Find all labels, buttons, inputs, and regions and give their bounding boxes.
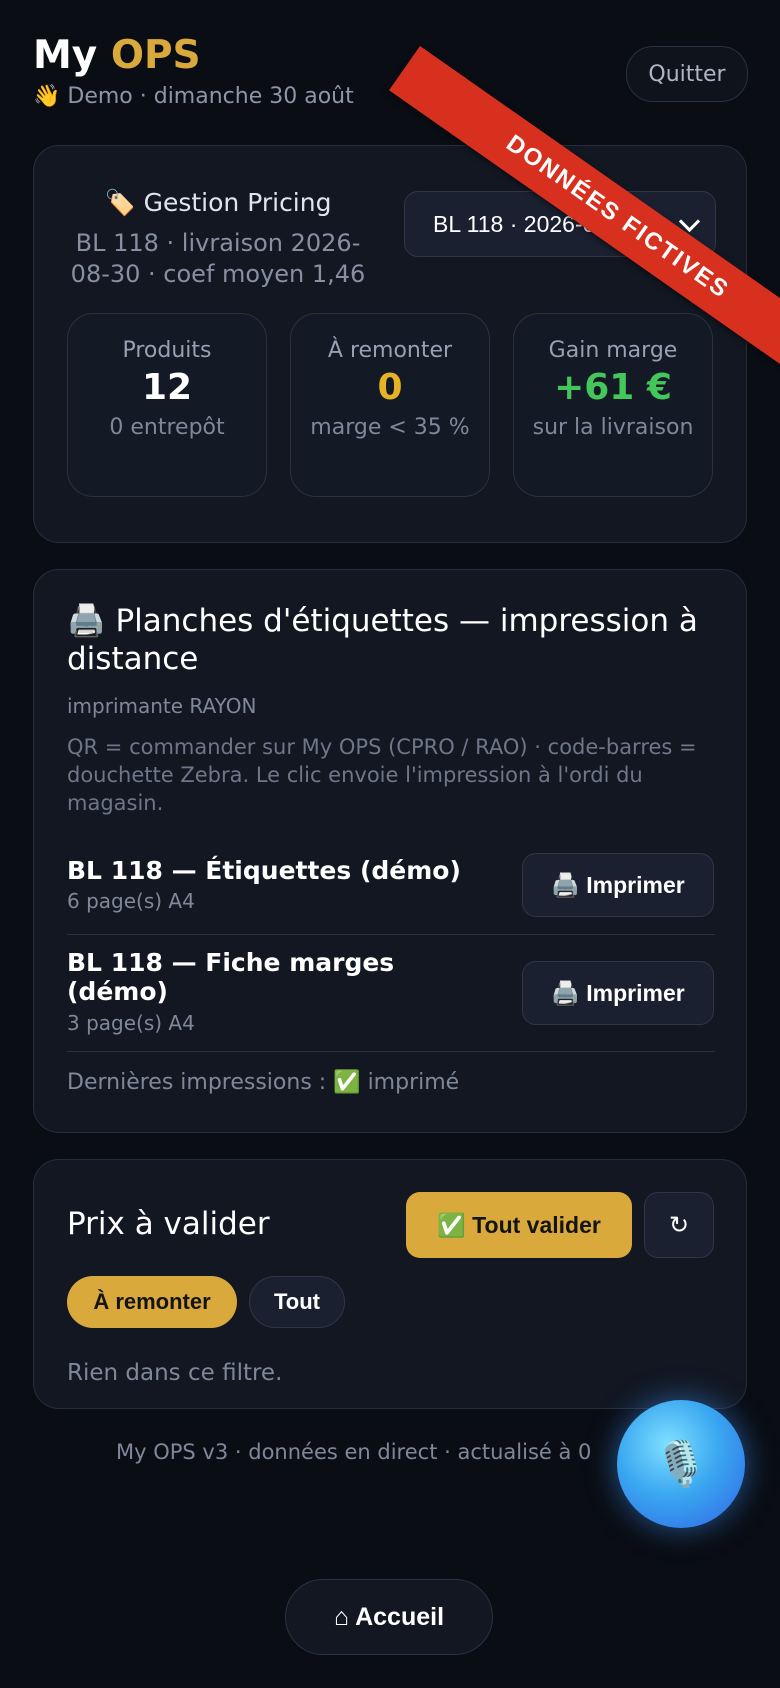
filter-chip-to-raise[interactable]: À remonter <box>67 1276 237 1328</box>
stat-to-raise[interactable]: À remonter 0 marge < 35 % <box>290 313 490 497</box>
stat-label: Produits <box>122 338 212 363</box>
pricing-header: 🏷️ Gestion Pricing BL 118 · livraison 20… <box>68 188 368 290</box>
stat-margin-gain: Gain marge +61 € sur la livraison <box>513 313 713 497</box>
stat-value: 12 <box>141 367 193 408</box>
label-sheets-card: 🖨️ Planches d'étiquettes — impression à … <box>33 569 747 1133</box>
price-validation-title: Prix à valider <box>67 1206 270 1242</box>
voice-assistant-button[interactable]: 🎙️ <box>617 1400 745 1528</box>
stat-label: Gain marge <box>548 338 678 363</box>
quit-button[interactable]: Quitter <box>626 46 748 102</box>
stat-sub: marge < 35 % <box>310 415 470 440</box>
print-job-pages: 3 page(s) A4 <box>67 1011 195 1035</box>
filter-chip-all[interactable]: Tout <box>249 1276 345 1328</box>
app-title: My OPS <box>33 34 354 78</box>
stat-label: À remonter <box>327 338 453 363</box>
header: My OPS 👋 Demo · dimanche 30 août <box>33 34 354 110</box>
empty-filter-message: Rien dans ce filtre. <box>67 1360 283 1386</box>
print-job-title: BL 118 — Étiquettes (démo) <box>67 856 461 885</box>
refresh-icon: ↻ <box>668 1211 690 1239</box>
divider <box>67 934 715 935</box>
stat-value: 0 <box>377 367 403 408</box>
print-job-title: BL 118 — Fiche marges (démo) <box>67 948 395 1006</box>
app-title-accent: OPS <box>110 33 201 78</box>
home-button[interactable]: ⌂ Accueil <box>285 1579 493 1655</box>
printer-name: imprimante RAYON <box>67 694 257 718</box>
pricing-description: BL 118 · livraison 2026-08-30 · coef moy… <box>70 229 366 288</box>
stat-products: Produits 12 0 entrepôt <box>67 313 267 497</box>
label-sheets-title: 🖨️ Planches d'étiquettes — impression à … <box>67 603 698 677</box>
microphone-icon: 🎙️ <box>653 1439 709 1490</box>
stat-sub: sur la livraison <box>532 415 694 440</box>
greeting-subtitle: 👋 Demo · dimanche 30 août <box>33 84 354 109</box>
footer-status: My OPS v3 · données en direct · actualis… <box>116 1440 592 1464</box>
print-margins-button[interactable]: 🖨️ Imprimer <box>522 961 714 1025</box>
price-validation-card: Prix à valider ✅ Tout valider ↻ À remont… <box>33 1159 747 1409</box>
validate-all-button[interactable]: ✅ Tout valider <box>406 1192 632 1258</box>
divider <box>67 1051 715 1052</box>
print-labels-button[interactable]: 🖨️ Imprimer <box>522 853 714 917</box>
refresh-button[interactable]: ↻ <box>644 1192 714 1258</box>
chevron-down-icon <box>678 210 701 232</box>
label-sheets-description: QR = commander sur My OPS (CPRO / RAO) ·… <box>67 735 697 815</box>
pricing-title: 🏷️ Gestion Pricing <box>104 188 332 217</box>
stat-sub: 0 entrepôt <box>109 415 225 440</box>
last-prints-status: Dernières impressions : ✅ imprimé <box>67 1070 460 1095</box>
stat-value: +61 € <box>554 367 672 408</box>
app-title-prefix: My <box>33 33 98 78</box>
print-job-pages: 6 page(s) A4 <box>67 889 195 913</box>
